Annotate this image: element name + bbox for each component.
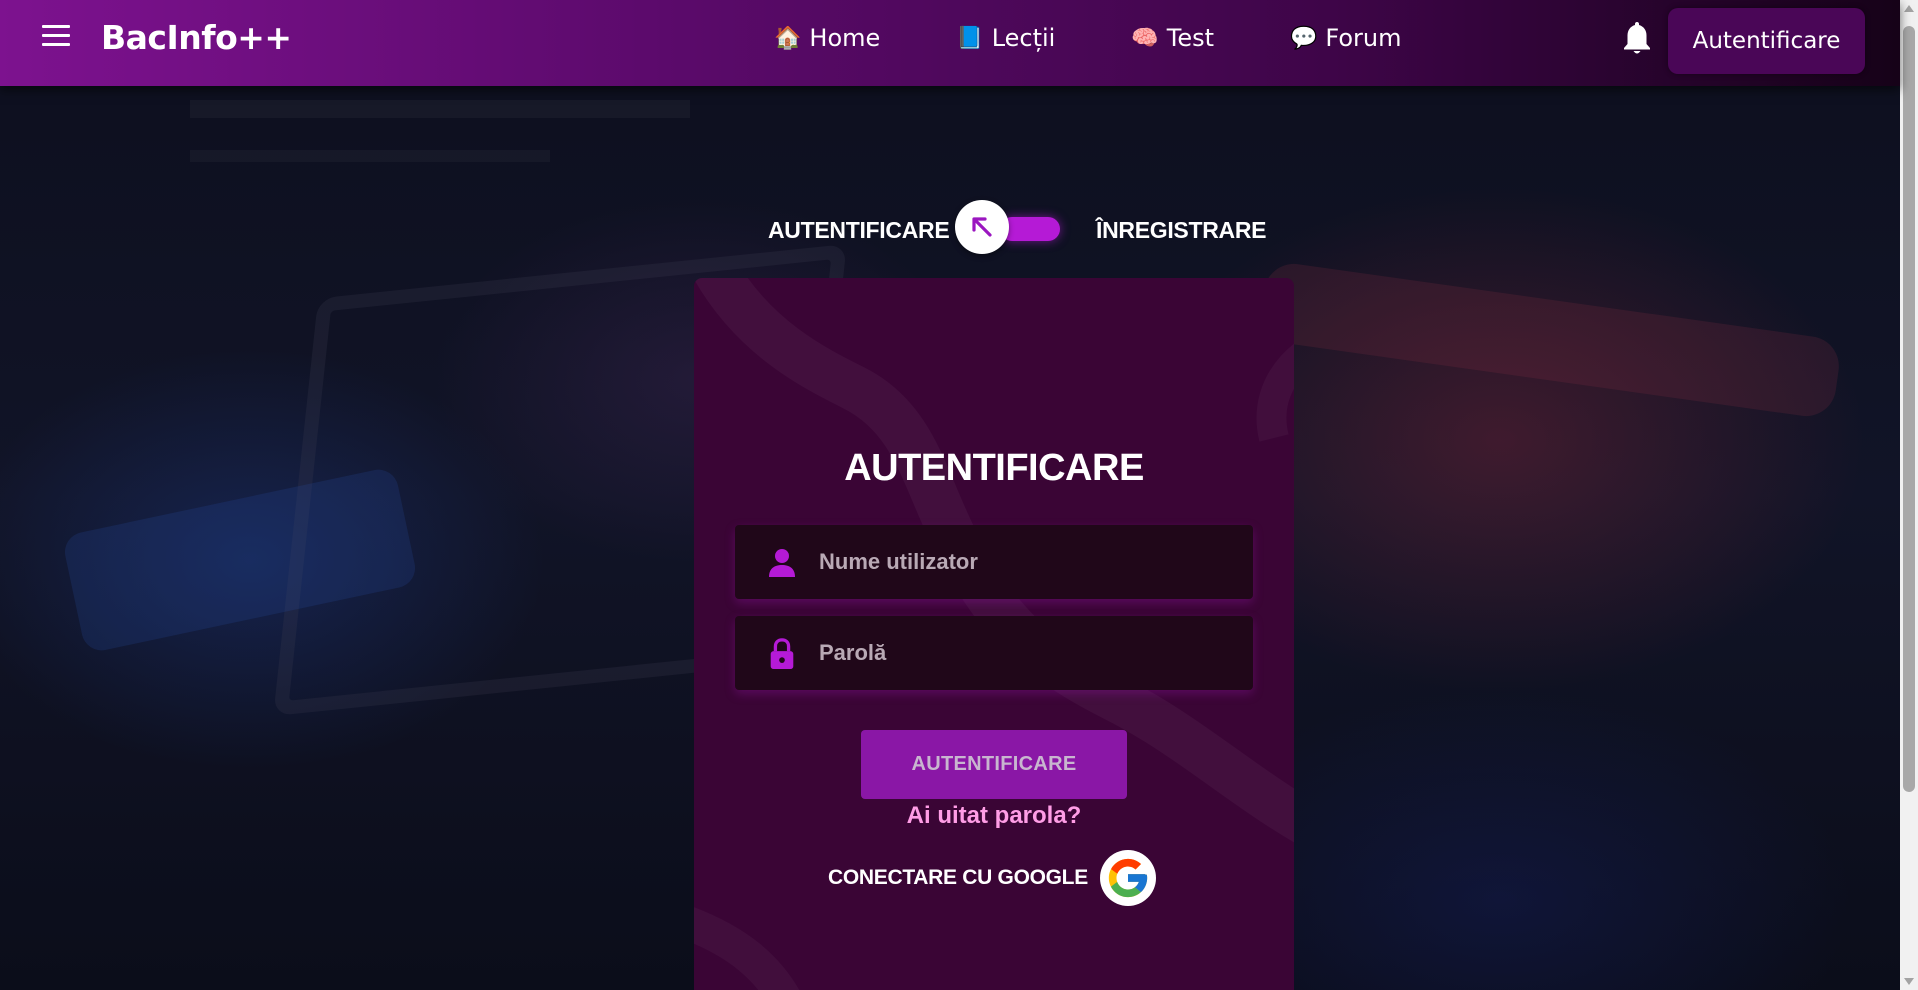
- main-nav: 🏠 Home 📘 Lecții 🧠 Test 💬 Forum: [774, 24, 1478, 52]
- nav-link-forum[interactable]: 💬 Forum: [1290, 24, 1402, 52]
- background-decoration: [61, 465, 419, 655]
- password-input[interactable]: [819, 616, 1239, 690]
- header-login-button[interactable]: Autentificare: [1668, 8, 1865, 74]
- username-field-wrapper: [735, 525, 1253, 599]
- nav-link-label: Test: [1166, 24, 1215, 52]
- book-icon: 📘: [956, 25, 984, 51]
- password-field-wrapper: [735, 616, 1253, 690]
- mode-toggle-knob[interactable]: [955, 200, 1009, 254]
- brand-logo[interactable]: BacInfo++: [101, 18, 292, 57]
- google-login-button[interactable]: [1099, 850, 1156, 906]
- login-submit-button[interactable]: AUTENTIFICARE: [861, 730, 1127, 799]
- scrollbar-thumb[interactable]: [1903, 26, 1915, 792]
- brain-icon: 🧠: [1131, 25, 1159, 51]
- switch-label-register[interactable]: ÎNREGISTRARE: [1096, 217, 1267, 244]
- hamburger-menu-icon[interactable]: [42, 25, 70, 47]
- google-login-row: CONECTARE CU GOOGLE: [828, 850, 1156, 906]
- background-decoration: [190, 100, 690, 118]
- nav-link-lectii[interactable]: 📘 Lecții: [956, 24, 1055, 52]
- nav-link-home[interactable]: 🏠 Home: [774, 24, 880, 52]
- login-card: AUTENTIFICARE AUTENTIFICARE Ai uitat par…: [694, 278, 1294, 990]
- nav-link-label: Lecții: [991, 24, 1056, 52]
- login-title: AUTENTIFICARE: [844, 447, 1144, 489]
- username-input[interactable]: [819, 525, 1239, 599]
- lock-icon: [770, 638, 794, 670]
- house-icon: 🏠: [774, 25, 802, 51]
- scroll-up-arrow-icon[interactable]: [1904, 5, 1914, 12]
- background-decoration: [190, 150, 550, 162]
- google-login-label: CONECTARE CU GOOGLE: [828, 866, 1088, 889]
- bell-icon[interactable]: [1622, 20, 1652, 56]
- google-logo-icon: [1108, 858, 1148, 898]
- login-register-switch: AUTENTIFICARE ÎNREGISTRARE: [0, 200, 1900, 260]
- top-navbar: BacInfo++ 🏠 Home 📘 Lecții 🧠 Test 💬 Forum…: [0, 0, 1900, 86]
- background-decoration: [1257, 260, 1843, 420]
- switch-label-login[interactable]: AUTENTIFICARE: [768, 217, 950, 244]
- page-scrollbar[interactable]: [1900, 0, 1918, 990]
- user-icon: [769, 549, 795, 577]
- arrow-up-left-icon: [972, 217, 992, 237]
- scroll-down-arrow-icon[interactable]: [1904, 978, 1914, 985]
- mode-toggle[interactable]: [1000, 217, 1060, 241]
- speech-bubble-icon: 💬: [1290, 25, 1318, 51]
- nav-link-label: Forum: [1325, 24, 1402, 52]
- nav-link-test[interactable]: 🧠 Test: [1131, 24, 1214, 52]
- forgot-password-link[interactable]: Ai uitat parola?: [694, 802, 1294, 830]
- nav-link-label: Home: [809, 24, 881, 52]
